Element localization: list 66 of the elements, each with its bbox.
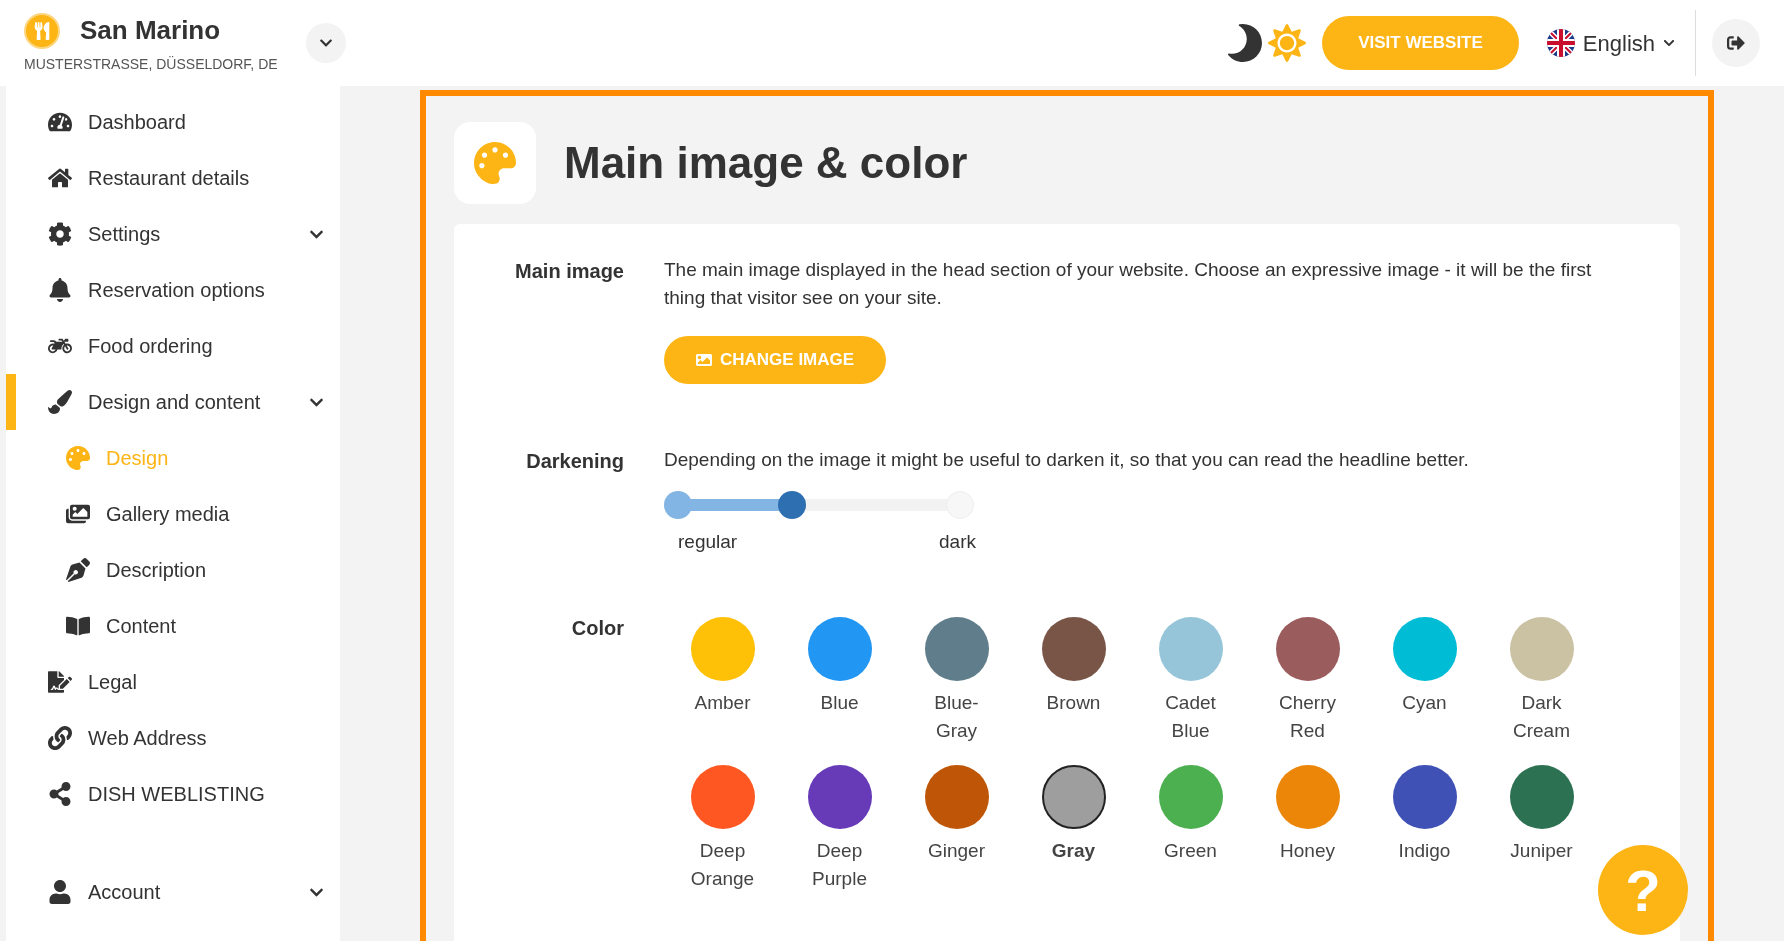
language-dropdown[interactable]: English bbox=[1546, 26, 1675, 60]
sidebar-item[interactable]: Reservation options bbox=[6, 262, 340, 318]
slider-min-label: regular bbox=[678, 530, 738, 554]
logout-icon bbox=[1727, 34, 1745, 52]
palette-icon bbox=[454, 122, 536, 204]
logout-button[interactable] bbox=[1712, 19, 1760, 67]
color-swatch[interactable]: Honey bbox=[1249, 764, 1366, 893]
color-name: Indigo bbox=[1397, 838, 1452, 863]
color-swatch[interactable]: Gray bbox=[1015, 764, 1132, 893]
restaurant-logo-icon bbox=[24, 12, 60, 49]
color-swatch[interactable]: Dark Cream bbox=[1483, 616, 1600, 745]
sidebar-item[interactable]: Settings bbox=[6, 206, 340, 262]
color-name: Cherry Red bbox=[1278, 690, 1337, 743]
color-name: Cadet Blue bbox=[1164, 690, 1217, 743]
darkening-description: Depending on the image it might be useful to darken it, so that you can read the headline better. bbox=[664, 448, 1470, 472]
darkening-slider[interactable] bbox=[664, 490, 974, 520]
page-title: Main image & color bbox=[564, 137, 968, 189]
darkening-label: Darkening bbox=[525, 449, 624, 474]
color-swatch[interactable]: Green bbox=[1132, 764, 1249, 893]
color-name: Deep Purple bbox=[811, 838, 868, 891]
color-swatch[interactable]: Blue bbox=[781, 616, 898, 745]
sidebar-item[interactable]: Account bbox=[6, 864, 340, 920]
color-swatch[interactable]: Brown bbox=[1015, 616, 1132, 745]
restaurant-address: MUSTERSTRASSE, DÜSSELDORF, DE bbox=[24, 55, 278, 74]
color-swatch[interactable]: Blue-Gray bbox=[898, 616, 1015, 745]
sidebar-subitem[interactable]: Content bbox=[6, 598, 340, 654]
restaurant-name: San Marino bbox=[80, 14, 221, 47]
image-icon bbox=[696, 352, 712, 368]
slider-max-label: dark bbox=[939, 530, 976, 554]
sidebar-item[interactable]: Food ordering bbox=[6, 318, 340, 374]
sidebar-item[interactable]: Restaurant details bbox=[6, 150, 340, 206]
color-swatch[interactable]: Amber bbox=[664, 616, 781, 745]
main-image-label: Main image bbox=[514, 259, 624, 284]
color-name: Green bbox=[1163, 838, 1218, 863]
color-swatch[interactable]: Cyan bbox=[1366, 616, 1483, 745]
sidebar-item[interactable]: DISH WEBLISTING bbox=[6, 766, 340, 822]
sidebar-item[interactable]: Legal bbox=[6, 654, 340, 710]
color-swatch[interactable]: Deep Orange bbox=[664, 764, 781, 893]
color-name: Ginger bbox=[927, 838, 986, 863]
color-name: Blue bbox=[819, 690, 860, 715]
sidebar-subitem[interactable]: Description bbox=[6, 542, 340, 598]
color-name: Blue-Gray bbox=[933, 690, 980, 743]
color-swatch[interactable]: Indigo bbox=[1366, 764, 1483, 893]
color-swatch[interactable]: Cadet Blue bbox=[1132, 616, 1249, 745]
color-swatch[interactable]: Juniper bbox=[1483, 764, 1600, 893]
sidebar-item[interactable]: Web Address bbox=[6, 710, 340, 766]
sidebar-item[interactable]: Dashboard bbox=[6, 94, 340, 150]
chevron-down-icon bbox=[1663, 37, 1675, 49]
color-swatch[interactable]: Deep Purple bbox=[781, 764, 898, 893]
slider-thumb[interactable] bbox=[778, 491, 807, 519]
sidebar-item[interactable]: Design and content bbox=[6, 374, 340, 430]
sidebar-subitem[interactable]: Gallery media bbox=[6, 486, 340, 542]
color-name: Cyan bbox=[1401, 690, 1448, 715]
color-label: Color bbox=[570, 615, 624, 641]
flag-icon bbox=[1546, 29, 1575, 57]
color-name: Dark Cream bbox=[1512, 690, 1571, 743]
color-swatch[interactable]: Cherry Red bbox=[1249, 616, 1366, 745]
color-name: Honey bbox=[1279, 838, 1336, 863]
color-name: Brown bbox=[1045, 690, 1102, 715]
color-name: Gray bbox=[1050, 838, 1097, 863]
color-name: Amber bbox=[693, 690, 752, 715]
color-swatch[interactable]: Ginger bbox=[898, 764, 1015, 893]
main-image-description: The main image displayed in the head section of your website. Choose an expressive image - it will be the first thing that visitor see on your site. bbox=[664, 258, 1593, 310]
theme-toggle-icon[interactable] bbox=[1226, 24, 1307, 62]
color-name: Juniper bbox=[1509, 838, 1574, 863]
color-name: Deep Orange bbox=[689, 838, 756, 891]
